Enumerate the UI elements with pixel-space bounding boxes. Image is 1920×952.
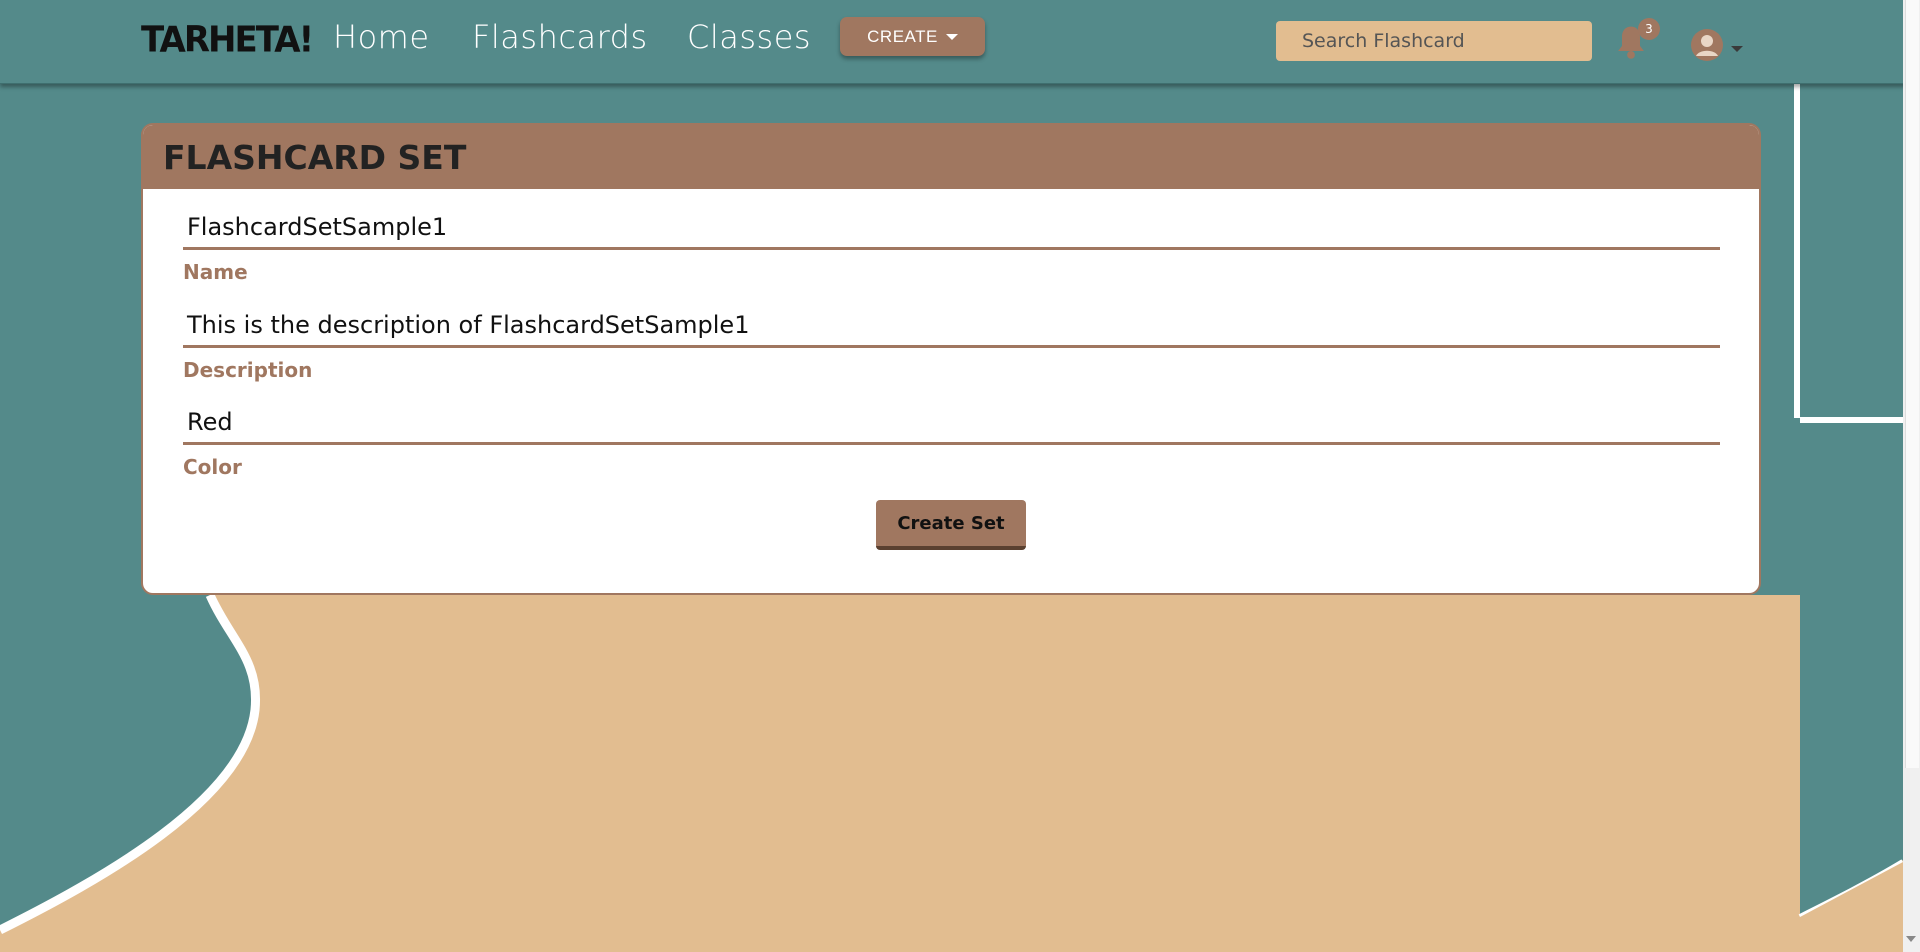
user-avatar-icon[interactable]	[1690, 28, 1724, 62]
create-dropdown-button[interactable]: CREATE	[840, 17, 985, 56]
notification-badge: 3	[1638, 18, 1660, 40]
scrollbar-thumb[interactable]	[1905, 0, 1919, 768]
description-input[interactable]: This is the description of FlashcardSetS…	[183, 298, 1720, 348]
search-placeholder: Search Flashcard	[1302, 30, 1465, 52]
navbar: TARHETA! Home Flashcards Classes CREATE …	[0, 0, 1920, 84]
name-label: Name	[183, 260, 248, 284]
nav-link-home[interactable]: Home	[333, 18, 430, 56]
create-set-button[interactable]: Create Set	[876, 500, 1026, 550]
card-title: FLASHCARD SET	[143, 125, 1759, 189]
description-label: Description	[183, 358, 313, 382]
color-input[interactable]: Red	[183, 395, 1720, 445]
description-field: This is the description of FlashcardSetS…	[183, 298, 1720, 382]
logo[interactable]: TARHETA!	[141, 19, 314, 61]
search-input[interactable]: Search Flashcard	[1276, 21, 1592, 61]
name-field: FlashcardSetSample1 Name	[183, 200, 1720, 284]
chevron-down-icon	[945, 33, 958, 40]
user-menu-caret-icon[interactable]	[1731, 46, 1743, 52]
color-field: Red Color	[183, 395, 1720, 479]
name-input[interactable]: FlashcardSetSample1	[183, 200, 1720, 250]
color-label: Color	[183, 455, 242, 479]
nav-link-classes[interactable]: Classes	[687, 18, 811, 56]
flashcard-set-form: FLASHCARD SET FlashcardSetSample1 Name T…	[141, 123, 1761, 595]
create-label: CREATE	[867, 26, 938, 46]
scroll-down-arrow-icon[interactable]	[1906, 936, 1916, 942]
nav-link-flashcards[interactable]: Flashcards	[472, 18, 648, 56]
